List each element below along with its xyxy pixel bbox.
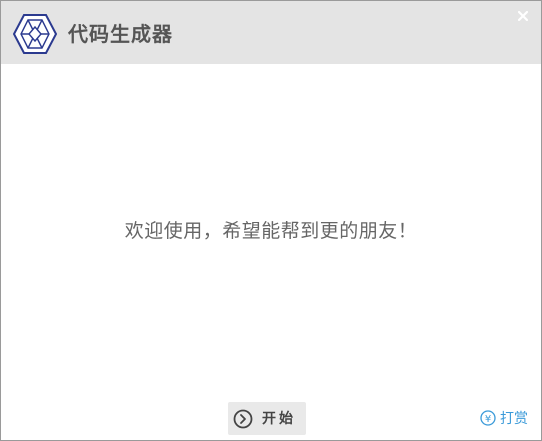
hexagon-logo-icon xyxy=(13,14,57,54)
chevron-right-circle-icon xyxy=(233,409,253,429)
title-bar[interactable]: 代码生成器 xyxy=(1,1,541,64)
start-button-label: 开始 xyxy=(262,411,296,427)
app-title: 代码生成器 xyxy=(68,22,173,46)
yen-coin-icon: ¥ xyxy=(480,410,496,426)
app-window: 代码生成器 欢迎使用，希望能帮到更的朋友！ 开始 ¥ 打赏 xyxy=(0,0,542,441)
close-icon[interactable] xyxy=(515,8,531,24)
start-button[interactable]: 开始 xyxy=(228,402,306,435)
reward-link-label: 打赏 xyxy=(500,411,528,427)
svg-text:¥: ¥ xyxy=(485,414,491,425)
welcome-message: 欢迎使用，希望能帮到更的朋友！ xyxy=(124,220,418,242)
